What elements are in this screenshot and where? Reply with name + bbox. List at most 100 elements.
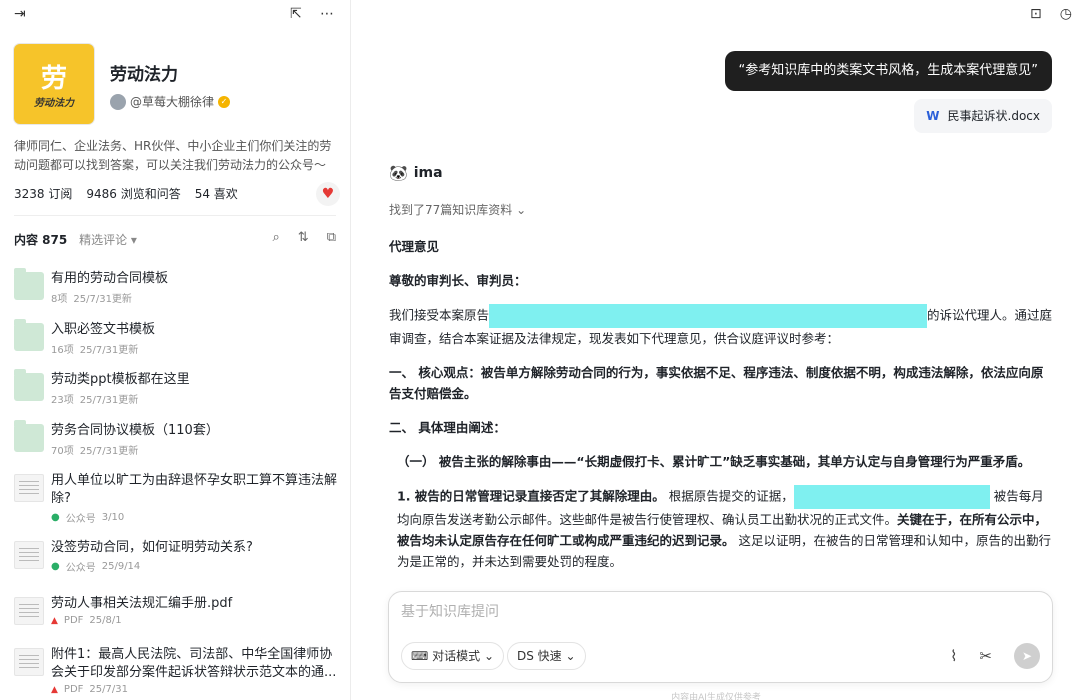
item-updated: 25/7/31更新: [79, 395, 139, 406]
search-icon[interactable]: ⌕: [273, 230, 280, 245]
verified-badge-icon: ✓: [218, 95, 231, 108]
featured-comments-filter[interactable]: 精选评论 ▾: [79, 233, 137, 247]
like-heart-icon[interactable]: ♥: [316, 182, 340, 206]
answer-core-point: 一、 核心观点：被告单方解除劳动合同的行为，事实依据不足、程序违法、制度依据不明…: [389, 365, 1044, 401]
item-date: 3/10: [101, 512, 125, 523]
answer-paragraph: 1. 被告的日常管理记录直接否定了其解除理由。 根据原告提交的证据， 被告每月均…: [389, 485, 1053, 572]
list-item[interactable]: 用人单位以旷工为由辞退怀孕女职工算不算违法解除? ● 公众号 3/10: [14, 470, 344, 537]
item-title: 没签劳动合同，如何证明劳动关系?: [51, 540, 253, 555]
knowledge-base-description: 律师同仁、企业法务、HR伙伴、中小企业主们你们关注的劳动问题都可以找到答案，可以…: [14, 139, 332, 172]
subscribe-count: 3238 订阅: [14, 187, 73, 201]
answer-intro: 我们接受本案原告 的诉讼代理人。通过庭审调查，结合本案证据及法律规定，现发表如下代…: [389, 304, 1053, 349]
item-date: 25/8/1: [89, 615, 122, 626]
item-title: 有用的劳动合同模板: [51, 271, 169, 286]
item-title: 附件1：最高人民法院、司法部、中华全国律师协会关于印发部分案件起诉状答辩状示范文…: [51, 647, 337, 680]
answer-salutation: 尊敬的审判长、审判员：: [389, 273, 527, 288]
item-updated: 25/7/31更新: [79, 445, 139, 457]
item-source: PDF: [63, 684, 84, 695]
assistant-name: ima: [413, 165, 443, 181]
mode-label: 对话模式: [432, 649, 481, 663]
list-item[interactable]: 劳动人事相关法规汇编手册.pdf ▲ PDF 25/8/1: [14, 593, 344, 644]
pdf-icon: ▲: [51, 615, 58, 626]
content-toolbar: 内容 875 精选评论 ▾ ⌕ ⇅ ⧉: [14, 230, 336, 247]
item-title: 劳动类ppt模板都在这里: [51, 372, 190, 387]
chevron-down-icon: ⌄: [516, 203, 527, 217]
author-row[interactable]: @草莓大棚徐律 ✓: [110, 93, 231, 110]
like-count: 54 喜欢: [194, 187, 238, 201]
sources-count: 找到了77篇知识库资料: [389, 203, 513, 217]
chevron-down-icon: ⌄: [484, 649, 495, 663]
author-name: @草莓大棚徐律: [130, 95, 215, 109]
new-item-icon[interactable]: ⧉: [327, 230, 336, 245]
item-title: 入职必签文书模板: [51, 321, 156, 337]
chevron-down-icon: ⌄: [565, 649, 576, 663]
item-date: 25/9/14: [101, 561, 141, 572]
stats-row: 3238 订阅 9486 浏览和问答 54 喜欢: [14, 185, 238, 202]
user-message: “参考知识库中的类案文书风格，生成本案代理意见”: [724, 51, 1052, 91]
new-chat-icon[interactable]: ⊡: [1030, 6, 1042, 22]
knowledge-base-title: 劳动法力: [110, 65, 178, 85]
article-thumbnail: [14, 474, 44, 502]
item-title: 用人单位以旷工为由辞退怀孕女职工算不算违法解除?: [51, 473, 338, 506]
chat-composer: ⌨ 对话模式 ⌄ DS 快速 ⌄ ⌇ ✂ ➤: [388, 591, 1053, 683]
list-item[interactable]: 入职必签文书模板 16项 25/7/31更新: [14, 318, 344, 370]
chat-toolbar: ⊡ ◷: [1030, 6, 1072, 22]
folder-icon: [14, 419, 44, 452]
sources-toggle[interactable]: 找到了77篇知识库资料 ⌄: [389, 201, 526, 218]
mode-selector[interactable]: ⌨ 对话模式 ⌄: [401, 642, 505, 670]
ai-disclaimer: 内容由AI生成仅供参考: [671, 693, 761, 700]
question-input[interactable]: [401, 604, 1001, 620]
pdf-icon: ▲: [51, 684, 58, 695]
folder-icon: [14, 369, 44, 401]
model-selector[interactable]: DS 快速 ⌄: [507, 642, 586, 670]
pdf-thumbnail: [14, 597, 44, 625]
answer-title: 代理意见: [389, 239, 440, 254]
view-count: 9486 浏览和问答: [86, 187, 181, 201]
list-item[interactable]: 劳务合同协议模板（110套） 70项 25/7/31更新: [14, 419, 344, 471]
item-count: 70项: [51, 445, 74, 457]
history-icon[interactable]: ◷: [1060, 6, 1072, 22]
item-title: 劳务合同协议模板（110套）: [51, 422, 219, 438]
left-topbar: ⇥ ⇱ ⋯: [0, 0, 350, 30]
article-thumbnail: [14, 541, 44, 569]
sidebar-collapse-icon[interactable]: ⇥: [14, 6, 26, 22]
folder-icon: [14, 318, 44, 351]
knowledge-base-panel: ⇥ ⇱ ⋯ 劳 劳动法力 劳动法力 @草莓大棚徐律 ✓ 律师同仁、企业法务、HR…: [0, 0, 351, 700]
answer-subheading: （一） 被告主张的解除事由——“长期虚假打卡、累计旷工”缺乏事实基础，其单方认定…: [397, 454, 1031, 469]
intro-text: 我们接受本案原告: [389, 307, 490, 323]
model-label: DS 快速: [517, 649, 562, 663]
attachment-clip-icon[interactable]: ⌇: [950, 647, 957, 665]
assistant-answer: 代理意见 尊敬的审判长、审判员： 我们接受本案原告 的诉讼代理人。通过庭审调查，结…: [389, 236, 1053, 585]
content-list: 有用的劳动合同模板 8项 25/7/31更新 入职必签文书模板 16项 25/7/3…: [14, 268, 344, 700]
share-icon[interactable]: ⇱: [290, 6, 302, 22]
redaction-mask: [489, 304, 928, 328]
item-source: 公众号: [65, 514, 96, 525]
list-item[interactable]: 劳动类ppt模板都在这里 23项 25/7/31更新: [14, 369, 344, 420]
item-date: 25/7/31: [89, 684, 128, 695]
paragraph-lead: 1. 被告的日常管理记录直接否定了其解除理由。: [397, 488, 665, 504]
scissors-icon[interactable]: ✂: [979, 647, 992, 665]
pdf-thumbnail: [14, 648, 44, 676]
avatar: [110, 93, 126, 110]
wechat-icon: ●: [51, 512, 60, 523]
list-item[interactable]: 有用的劳动合同模板 8项 25/7/31更新: [14, 268, 344, 319]
send-button[interactable]: ➤: [1014, 643, 1040, 669]
attachment-chip[interactable]: W 民事起诉状.docx: [914, 99, 1052, 133]
list-item[interactable]: 附件1：最高人民法院、司法部、中华全国律师协会关于印发部分案件起诉状答辩状示范文…: [14, 644, 344, 700]
panda-avatar-icon: 🐼: [389, 164, 408, 182]
redaction-mask: [793, 485, 990, 509]
item-count: 16项: [51, 344, 74, 356]
divider: [14, 215, 336, 216]
list-item[interactable]: 没签劳动合同，如何证明劳动关系? ● 公众号 25/9/14: [14, 537, 344, 593]
item-title: 劳动人事相关法规汇编手册.pdf: [51, 596, 233, 611]
cover-glyph: 劳: [40, 64, 67, 94]
sort-icon[interactable]: ⇅: [298, 230, 309, 245]
answer-section-heading: 二、 具体理由阐述：: [389, 420, 506, 435]
folder-icon: [14, 268, 44, 300]
item-count: 23项: [51, 395, 74, 406]
knowledge-base-cover: 劳 劳动法力: [14, 44, 94, 124]
wechat-icon: ●: [51, 561, 60, 572]
item-count: 8项: [51, 294, 68, 305]
composer-tools: ⌇ ✂ ➤: [950, 643, 1040, 669]
more-icon[interactable]: ⋯: [320, 6, 334, 22]
